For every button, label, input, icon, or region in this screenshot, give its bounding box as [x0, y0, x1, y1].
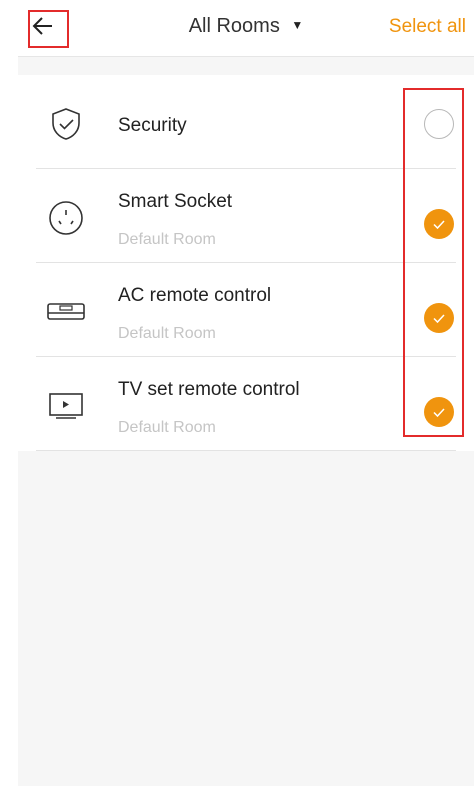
device-room: Default Room	[118, 325, 216, 342]
checkmark-icon	[433, 408, 445, 418]
select-checkbox-security[interactable]	[424, 109, 454, 139]
socket-icon	[46, 201, 86, 235]
device-row-ac-remote[interactable]: AC remote control Default Room	[18, 263, 474, 357]
shield-check-icon	[46, 107, 86, 141]
device-name: Smart Socket	[118, 191, 233, 212]
device-name: Security	[118, 115, 187, 136]
select-all-button[interactable]: Select all	[389, 16, 466, 38]
checkmark-icon	[433, 314, 445, 324]
device-room: Default Room	[118, 419, 216, 436]
device-list: Security Smart Socket Default Room AC re…	[18, 75, 474, 451]
top-bar: All Rooms ▼ Select all	[18, 0, 474, 57]
caret-down-icon: ▼	[291, 18, 304, 32]
air-conditioner-icon	[46, 295, 86, 329]
select-checkbox-ac-remote[interactable]	[424, 303, 454, 333]
select-checkbox-tv-remote[interactable]	[424, 397, 454, 427]
select-checkbox-smart-socket[interactable]	[424, 209, 454, 239]
device-name: AC remote control	[118, 285, 272, 306]
tv-icon	[46, 389, 86, 423]
device-row-tv-remote[interactable]: TV set remote control Default Room	[18, 357, 474, 451]
checkmark-icon	[433, 220, 445, 230]
section-gap	[18, 57, 474, 75]
device-row-security[interactable]: Security	[18, 75, 474, 169]
device-row-smart-socket[interactable]: Smart Socket Default Room	[18, 169, 474, 263]
empty-area	[18, 451, 474, 786]
device-name: TV set remote control	[118, 379, 300, 400]
device-room: Default Room	[118, 231, 216, 248]
page-title: All Rooms	[188, 15, 280, 37]
